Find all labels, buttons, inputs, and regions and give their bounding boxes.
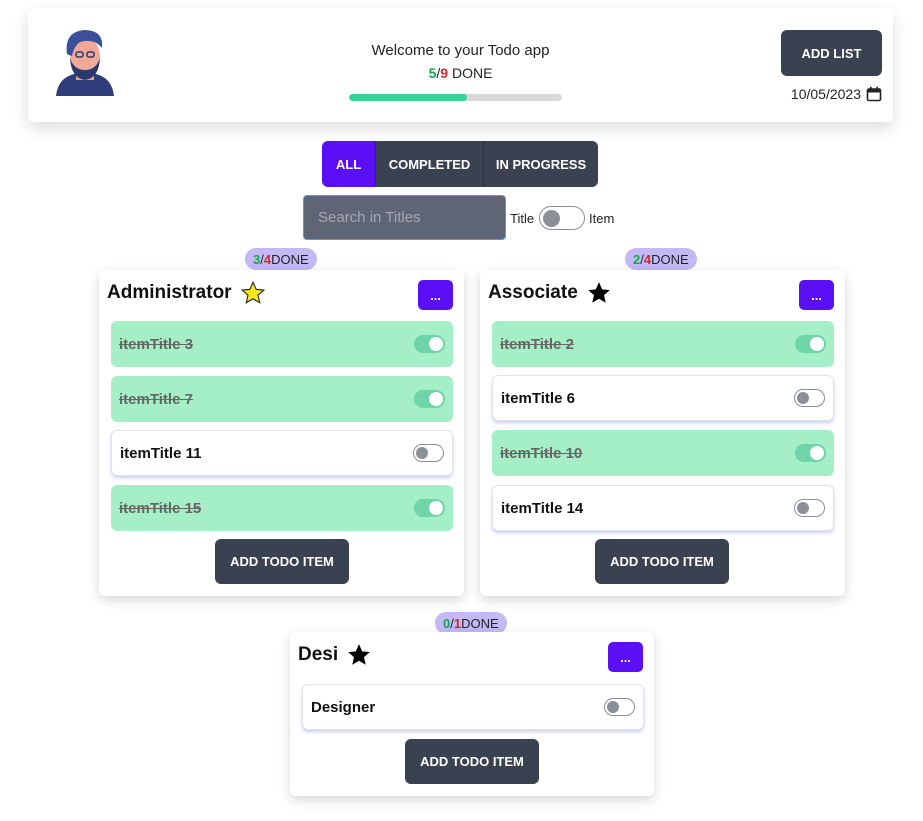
total-count: 9 <box>440 65 449 81</box>
todo-list-administrator: Administrator ... itemTitle 3 itemTitle … <box>99 270 464 596</box>
date-value: 10/05/2023 <box>790 86 861 102</box>
black-star-icon[interactable] <box>586 280 612 306</box>
todo-list-associate: Associate ... itemTitle 2 itemTitle 6 it… <box>480 270 845 596</box>
user-avatar <box>56 30 114 96</box>
list-title: Associate <box>488 280 612 306</box>
toggle-knob <box>543 210 560 227</box>
todo-item[interactable]: itemTitle 2 <box>492 321 834 367</box>
todo-item[interactable]: itemTitle 6 <box>492 375 834 421</box>
todo-item[interactable]: Designer <box>302 684 644 730</box>
item-toggle[interactable] <box>794 389 825 407</box>
item-toggle[interactable] <box>795 444 826 462</box>
todo-list-desi: Desi ... Designer ADD TODO ITEM <box>290 632 654 796</box>
add-todo-item-button[interactable]: ADD TODO ITEM <box>595 539 729 584</box>
welcome-text: Welcome to your Todo app <box>371 42 550 59</box>
todo-item[interactable]: itemTitle 10 <box>492 430 834 476</box>
black-star-icon[interactable] <box>346 642 372 668</box>
add-todo-item-button[interactable]: ADD TODO ITEM <box>405 739 539 784</box>
item-toggle[interactable] <box>604 698 635 716</box>
tab-in-progress[interactable]: IN PROGRESS <box>484 141 598 187</box>
add-list-button[interactable]: ADD LIST <box>781 30 882 76</box>
list-menu-button[interactable]: ... <box>799 280 834 310</box>
done-label: DONE <box>451 65 493 81</box>
app-header: Welcome to your Todo app 5/9 DONE ADD LI… <box>28 8 893 122</box>
search-option-item: Item <box>589 211 615 226</box>
item-toggle[interactable] <box>413 444 444 462</box>
list-title: Desi <box>298 642 372 668</box>
overall-progress-bar <box>349 94 562 101</box>
item-toggle[interactable] <box>795 335 826 353</box>
search-mode-toggle[interactable] <box>539 206 585 230</box>
todo-item[interactable]: itemTitle 11 <box>111 430 453 476</box>
progress-fill <box>349 94 468 101</box>
calendar-icon[interactable] <box>866 86 882 102</box>
add-todo-item-button[interactable]: ADD TODO ITEM <box>215 539 349 584</box>
yellow-star-icon[interactable] <box>240 280 266 306</box>
overall-done-count: 5/9 DONE <box>428 65 493 81</box>
todo-item[interactable]: itemTitle 14 <box>492 485 834 531</box>
tab-completed[interactable]: COMPLETED <box>376 141 484 187</box>
item-toggle[interactable] <box>794 499 825 517</box>
todo-item[interactable]: itemTitle 15 <box>111 485 453 531</box>
search-input[interactable] <box>303 195 506 240</box>
list-menu-button[interactable]: ... <box>418 280 453 310</box>
date-picker[interactable]: 10/05/2023 <box>791 86 882 102</box>
list-menu-button[interactable]: ... <box>608 642 643 672</box>
item-toggle[interactable] <box>414 390 445 408</box>
tab-all[interactable]: ALL <box>322 141 376 187</box>
item-toggle[interactable] <box>414 499 445 517</box>
item-toggle[interactable] <box>414 335 445 353</box>
search-option-title: Title <box>510 211 535 226</box>
list-done-badge: 3/4 DONE <box>245 248 317 270</box>
todo-item[interactable]: itemTitle 7 <box>111 376 453 422</box>
list-done-badge: 2/4 DONE <box>625 248 697 270</box>
todo-item[interactable]: itemTitle 3 <box>111 321 453 367</box>
filter-tabs: ALL COMPLETED IN PROGRESS <box>322 141 598 187</box>
list-done-badge: 0/1 DONE <box>435 612 507 634</box>
list-title: Administrator <box>107 280 266 306</box>
